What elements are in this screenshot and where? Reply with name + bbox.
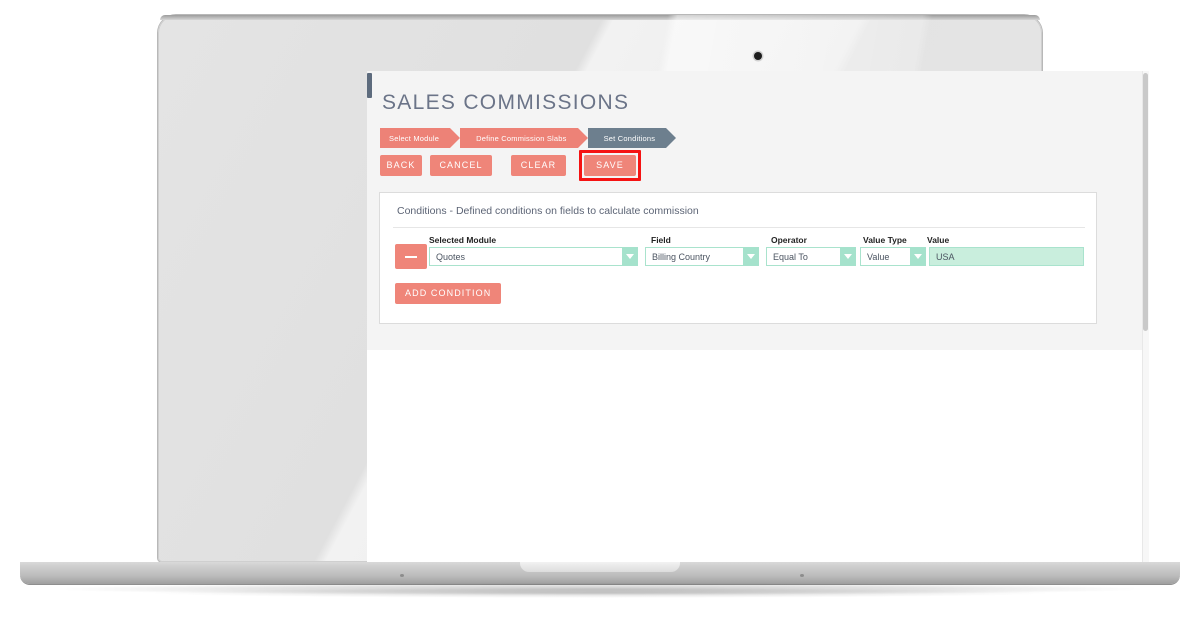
chevron-down-icon [743,247,759,266]
chevron-down-icon [840,247,856,266]
field-value: Billing Country [645,247,743,266]
add-condition-button[interactable]: ADD CONDITION [395,283,502,304]
column-header-selected-module: Selected Module [429,235,497,245]
save-button[interactable]: SAVE [584,155,636,176]
back-button[interactable]: BACK [380,155,422,176]
operator-value: Equal To [766,247,840,266]
laptop-screen: SALES COMMISSIONS Select Module Define C… [367,71,1149,567]
value-type-select[interactable]: Value [860,247,926,266]
clear-button[interactable]: CLEAR [511,155,566,176]
value-input[interactable]: USA [929,247,1084,266]
column-header-operator: Operator [771,235,807,245]
laptop-lid: SALES COMMISSIONS Select Module Define C… [158,15,1149,567]
column-header-value: Value [927,235,950,245]
wizard-step-set-conditions[interactable]: Set Conditions [577,128,676,148]
camera-dot-icon [754,52,762,60]
page-scrollbar-thumb[interactable] [1143,73,1148,331]
selected-module-select[interactable]: Quotes [429,247,638,266]
wizard-step-label: Define Commission Slabs [476,133,567,143]
operator-select[interactable]: Equal To [766,247,856,266]
left-accent-tab [367,73,372,98]
laptop-device-mockup: SALES COMMISSIONS Select Module Define C… [0,0,1200,630]
minus-icon [405,255,417,258]
chevron-down-icon [910,247,926,266]
wizard-step-label: Set Conditions [603,133,656,143]
chevron-down-icon [622,247,638,266]
column-header-field: Field [651,235,671,245]
laptop-lid-top-edge [160,15,1040,20]
remove-condition-button[interactable] [395,244,427,269]
laptop-drop-shadow-soft [140,588,1060,598]
laptop-base-foot-right [800,574,804,577]
selected-module-value: Quotes [429,247,622,266]
wizard-step-label: Select Module [389,133,440,143]
conditions-card-title: Conditions - Defined conditions on field… [397,205,699,217]
card-divider [393,227,1085,228]
laptop-base-foot-left [400,574,404,577]
page-scrollbar[interactable] [1142,71,1149,567]
column-header-value-type: Value Type [863,235,907,245]
wizard-step-select-module[interactable]: Select Module [380,128,461,148]
laptop-base-notch [520,562,680,572]
conditions-card: Conditions - Defined conditions on field… [379,192,1097,324]
page-title: SALES COMMISSIONS [382,91,630,114]
field-select[interactable]: Billing Country [645,247,759,266]
value-type-value: Value [860,247,910,266]
wizard-step-indicator: Select Module Define Commission Slabs Se… [380,128,676,148]
wizard-step-define-commission-slabs[interactable]: Define Commission Slabs [450,128,589,148]
app-viewport: SALES COMMISSIONS Select Module Define C… [367,71,1149,567]
cancel-button[interactable]: CANCEL [430,155,492,176]
